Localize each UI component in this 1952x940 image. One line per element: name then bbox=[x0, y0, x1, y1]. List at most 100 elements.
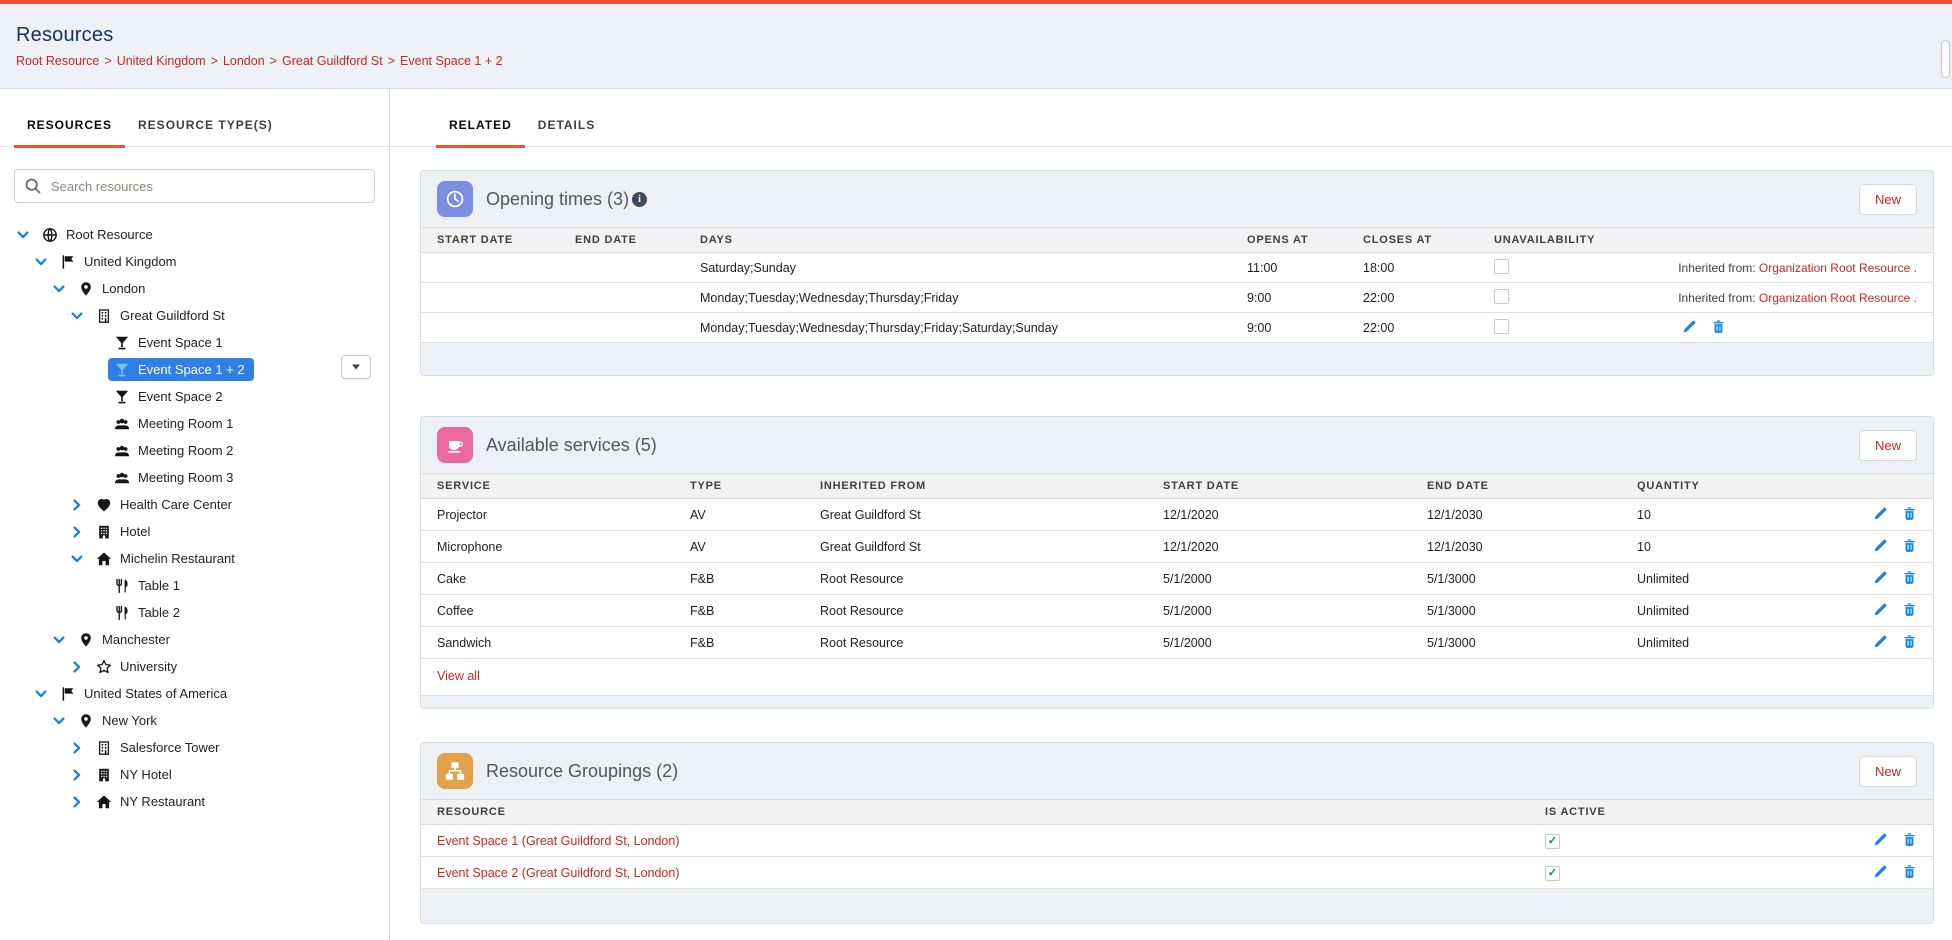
unavailability-checkbox[interactable] bbox=[1494, 289, 1509, 304]
tree-item-united-kingdom[interactable]: United Kingdom bbox=[0, 248, 389, 275]
chevron-down-icon[interactable] bbox=[52, 632, 68, 648]
end-date-value: 5/1/3000 bbox=[1411, 595, 1621, 627]
table-row: CoffeeF&BRoot Resource5/1/20005/1/3000Un… bbox=[421, 595, 1933, 627]
inherited-from-link[interactable]: Organization Root Resource . bbox=[1759, 291, 1917, 305]
edit-icon[interactable] bbox=[1873, 506, 1888, 521]
delete-icon[interactable] bbox=[1902, 864, 1917, 879]
tree-item-ny-hotel[interactable]: NY Hotel bbox=[0, 761, 389, 788]
tree-item-label: Health Care Center bbox=[120, 497, 232, 512]
tree-item-meeting-room-2[interactable]: Meeting Room 2 bbox=[0, 437, 389, 464]
chevron-right-icon[interactable] bbox=[70, 497, 86, 513]
tree-item-manchester[interactable]: Manchester bbox=[0, 626, 389, 653]
inherited-from-link[interactable]: Organization Root Resource . bbox=[1759, 261, 1917, 275]
breadcrumb-link[interactable]: Great Guildford St bbox=[282, 54, 383, 68]
table-row: CakeF&BRoot Resource5/1/20005/1/3000Unli… bbox=[421, 563, 1933, 595]
related-content: Opening times (3) i New START DATE END D… bbox=[390, 147, 1952, 924]
breadcrumb-link[interactable]: London bbox=[223, 54, 265, 68]
utensils-icon bbox=[114, 577, 131, 594]
users-icon bbox=[114, 469, 131, 486]
delete-icon[interactable] bbox=[1902, 602, 1917, 617]
tree-item-great-guildford-st[interactable]: Great Guildford St bbox=[0, 302, 389, 329]
tab-resources[interactable]: RESOURCES bbox=[14, 118, 125, 146]
tree-item-event-space-1-2[interactable]: Event Space 1 + 2 bbox=[0, 356, 389, 383]
chevron-down-icon[interactable] bbox=[52, 281, 68, 297]
tree-item-root-resource[interactable]: Root Resource bbox=[0, 221, 389, 248]
chevron-down-icon[interactable] bbox=[34, 254, 50, 270]
breadcrumb-link[interactable]: Root Resource bbox=[16, 54, 99, 68]
chevron-down-icon[interactable] bbox=[34, 686, 50, 702]
col-closes-at: CLOSES AT bbox=[1347, 228, 1478, 253]
tree-item-event-space-2[interactable]: Event Space 2 bbox=[0, 383, 389, 410]
delete-icon[interactable] bbox=[1902, 634, 1917, 649]
resource-grouping-link[interactable]: Event Space 1 (Great Guildford St, Londo… bbox=[437, 834, 680, 848]
tree-item-salesforce-tower[interactable]: Salesforce Tower bbox=[0, 734, 389, 761]
tree-item-event-space-1[interactable]: Event Space 1 bbox=[0, 329, 389, 356]
chevron-right-icon[interactable] bbox=[70, 767, 86, 783]
chevron-right-icon[interactable] bbox=[70, 524, 86, 540]
tree-item-new-york[interactable]: New York bbox=[0, 707, 389, 734]
breadcrumb-link[interactable]: United Kingdom bbox=[117, 54, 206, 68]
chevron-down-icon[interactable] bbox=[16, 227, 32, 243]
resource-groupings-new-button[interactable]: New bbox=[1859, 756, 1917, 787]
row-menu-button[interactable] bbox=[341, 355, 371, 379]
start-date-value: 5/1/2000 bbox=[1147, 563, 1411, 595]
tree-item-ny-restaurant[interactable]: NY Restaurant bbox=[0, 788, 389, 815]
col-days: DAYS bbox=[684, 228, 1231, 253]
view-all-link[interactable]: View all bbox=[437, 669, 480, 683]
delete-icon[interactable] bbox=[1902, 832, 1917, 847]
end-date-value: 12/1/2030 bbox=[1411, 531, 1621, 563]
service-cup-icon bbox=[437, 427, 473, 463]
edit-icon[interactable] bbox=[1873, 602, 1888, 617]
delete-icon[interactable] bbox=[1902, 538, 1917, 553]
delete-icon[interactable] bbox=[1711, 319, 1726, 334]
chevron-down-icon[interactable] bbox=[52, 713, 68, 729]
tree-item-table-2[interactable]: Table 2 bbox=[0, 599, 389, 626]
tree-item-label: Event Space 1 bbox=[138, 335, 223, 350]
tab-related[interactable]: RELATED bbox=[436, 118, 525, 146]
breadcrumb: Root Resource>United Kingdom>London>Grea… bbox=[16, 54, 1936, 68]
chevron-right-icon[interactable] bbox=[70, 794, 86, 810]
chevron-right-icon[interactable] bbox=[70, 659, 86, 675]
building-outline-icon bbox=[96, 739, 113, 756]
sidebar-tabs: RESOURCES RESOURCE TYPE(S) bbox=[0, 89, 389, 147]
tree-item-university[interactable]: University bbox=[0, 653, 389, 680]
chevron-down-icon[interactable] bbox=[70, 308, 86, 324]
tree-item-hotel[interactable]: Hotel bbox=[0, 518, 389, 545]
delete-icon[interactable] bbox=[1902, 506, 1917, 521]
tree-item-health-care-center[interactable]: Health Care Center bbox=[0, 491, 389, 518]
col-unavailability: UNAVAILABILITY bbox=[1478, 228, 1654, 253]
opening-times-new-button[interactable]: New bbox=[1859, 184, 1917, 215]
tree-item-label: Table 1 bbox=[138, 578, 180, 593]
chevron-down-icon[interactable] bbox=[70, 551, 86, 567]
edit-icon[interactable] bbox=[1873, 832, 1888, 847]
is-active-checkbox[interactable] bbox=[1545, 866, 1560, 881]
tab-details[interactable]: DETAILS bbox=[525, 118, 608, 146]
tree-item-london[interactable]: London bbox=[0, 275, 389, 302]
col-end-date: END DATE bbox=[559, 228, 684, 253]
unavailability-checkbox[interactable] bbox=[1494, 319, 1509, 334]
is-active-checkbox[interactable] bbox=[1545, 834, 1560, 849]
edit-icon[interactable] bbox=[1682, 319, 1697, 334]
info-icon[interactable]: i bbox=[632, 192, 647, 207]
resource-grouping-link[interactable]: Event Space 2 (Great Guildford St, Londo… bbox=[437, 866, 680, 880]
users-icon bbox=[114, 415, 131, 432]
tab-resource-types[interactable]: RESOURCE TYPE(S) bbox=[125, 118, 286, 146]
edit-icon[interactable] bbox=[1873, 864, 1888, 879]
edit-icon[interactable] bbox=[1873, 538, 1888, 553]
edit-icon[interactable] bbox=[1873, 570, 1888, 585]
resource-groupings-table: RESOURCE IS ACTIVE Event Space 1 (Great … bbox=[421, 799, 1933, 889]
search-input[interactable] bbox=[14, 169, 375, 203]
vertical-scrollbar[interactable] bbox=[1941, 40, 1950, 78]
tree-item-united-states-of-america[interactable]: United States of America bbox=[0, 680, 389, 707]
delete-icon[interactable] bbox=[1902, 570, 1917, 585]
tree-item-table-1[interactable]: Table 1 bbox=[0, 572, 389, 599]
tree-item-michelin-restaurant[interactable]: Michelin Restaurant bbox=[0, 545, 389, 572]
edit-icon[interactable] bbox=[1873, 634, 1888, 649]
unavailability-checkbox[interactable] bbox=[1494, 259, 1509, 274]
tree-item-meeting-room-3[interactable]: Meeting Room 3 bbox=[0, 464, 389, 491]
tree-item-meeting-room-1[interactable]: Meeting Room 1 bbox=[0, 410, 389, 437]
chevron-right-icon[interactable] bbox=[70, 740, 86, 756]
available-services-new-button[interactable]: New bbox=[1859, 430, 1917, 461]
selected-tree-item[interactable]: Event Space 1 + 2 bbox=[108, 358, 254, 381]
breadcrumb-link[interactable]: Event Space 1 + 2 bbox=[400, 54, 503, 68]
